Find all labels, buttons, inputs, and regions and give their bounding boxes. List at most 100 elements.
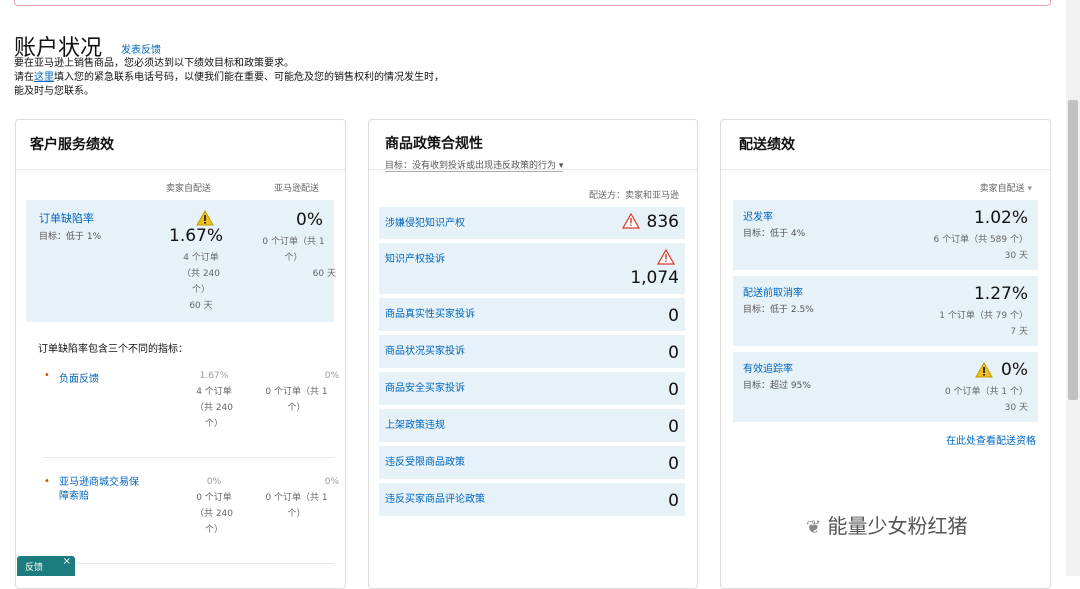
- warning-icon: [196, 210, 214, 226]
- a-to-z-claims-link[interactable]: 亚马逊商城交易保 障索赔: [59, 476, 139, 504]
- sub-item-a-to-z-claims: • 亚马逊商城交易保 障索赔 0% 0 个订单 （共 240 个） 0% 0 个…: [44, 474, 339, 564]
- policy-value: 0: [668, 306, 679, 326]
- policy-row[interactable]: 上架政策违规 0: [379, 409, 685, 442]
- detail-days: 60 天: [189, 301, 213, 311]
- metric-label[interactable]: 配送前取消率: [743, 284, 803, 299]
- shipping-metric-row[interactable]: 配送前取消率 目标：低于 2.5% 1.27% 1 个订单（共 79 个） 7 …: [733, 276, 1038, 346]
- target-selector[interactable]: 目标：没有收到投诉或出现违反政策的行为 ▾: [385, 158, 564, 172]
- policy-label[interactable]: 商品状况买家投诉: [385, 342, 465, 357]
- target-selector-label[interactable]: 目标：没有收到投诉或出现违反政策的行为: [385, 161, 556, 171]
- detail-line: （共 240: [194, 509, 234, 519]
- negative-feedback-amazon: 0% 0 个订单（共 1 个）: [254, 368, 339, 416]
- policy-row[interactable]: 违反受限商品政策 0: [379, 446, 685, 479]
- feedback-button-label[interactable]: 反馈: [25, 563, 43, 573]
- panel-title: 商品政策合规性: [385, 136, 483, 152]
- policy-value: 1,074: [630, 268, 679, 288]
- policy-row[interactable]: 商品安全买家投诉 0: [379, 372, 685, 405]
- policy-row[interactable]: 违反买家商品评论政策 0: [379, 483, 685, 516]
- link-line[interactable]: 障索赔: [59, 490, 139, 504]
- metric-days: 30 天: [1004, 403, 1028, 413]
- policy-label[interactable]: 违反买家商品评论政策: [385, 490, 485, 505]
- policy-row[interactable]: 知识产权投诉 1,074: [379, 243, 685, 294]
- watermark: ❦ 能量少女粉红猪: [806, 510, 967, 539]
- detail-line: 0 个订单（共 1: [265, 387, 328, 397]
- odr-row[interactable]: 订单缺陷率 目标：低于 1% 1.67% 4 个订单 （共 240 个） 60 …: [26, 200, 336, 322]
- metric-label[interactable]: 迟发率: [743, 208, 773, 223]
- policy-label[interactable]: 商品安全买家投诉: [385, 379, 465, 394]
- a-to-z-seller: 0% 0 个订单 （共 240 个）: [184, 474, 244, 538]
- scrollbar-thumb[interactable]: [1068, 100, 1078, 400]
- policy-value: 0: [668, 417, 679, 437]
- intro-text-post: 填入您的紧急联系电话号码，以便我们能在重要、可能危及您的销售权利的情况发生时，能…: [14, 72, 444, 97]
- col-header-amazon: 亚马逊配送: [274, 184, 320, 194]
- close-icon[interactable]: ×: [63, 556, 71, 567]
- intro-text-pre: 请在: [14, 72, 34, 83]
- warning-icon: [656, 248, 676, 269]
- shipping-metric-row[interactable]: 有效追踪率 目标：超过 95% 0% 0 个订单（共 1 个） 30 天: [733, 352, 1038, 422]
- intro-line: 要在亚马逊上销售商品，您必须达到以下绩效目标和政策要求。: [14, 58, 294, 69]
- policy-value: 836: [646, 212, 679, 232]
- feedback-link[interactable]: 发表反馈: [121, 41, 161, 56]
- policy-label[interactable]: 知识产权投诉: [385, 250, 445, 265]
- policy-row[interactable]: 涉嫌侵犯知识产权 836: [379, 207, 685, 239]
- wechat-icon: ❦: [806, 517, 822, 538]
- detail-days: 60 天: [312, 269, 336, 279]
- odr-note: 订单缺陷率包含三个不同的指标：: [38, 344, 188, 355]
- link-line[interactable]: 亚马逊商城交易保: [59, 476, 139, 490]
- panel-title: 客户服务绩效: [30, 137, 114, 153]
- metric-days: 7 天: [1010, 327, 1028, 337]
- policy-label[interactable]: 商品真实性买家投诉: [385, 305, 475, 320]
- odr-seller-detail: 4 个订单 （共 240 个） 60 天: [156, 250, 246, 314]
- detail-line: 个）: [287, 403, 306, 413]
- metric-goal: 目标：超过 95%: [743, 381, 811, 391]
- odr-amazon-detail: 0 个订单（共 1 个） 60 天: [251, 234, 336, 282]
- metric-detail: 0 个订单（共 1 个）: [944, 387, 1028, 397]
- detail-line: 4 个订单: [183, 253, 219, 263]
- fulfillment-label: 配送方：卖家和亚马逊: [588, 191, 679, 201]
- odr-amazon-value: 0%: [296, 210, 323, 230]
- metric-value: 1.02%: [973, 208, 1028, 228]
- metric-detail: 6 个订单（共 589 个）: [933, 235, 1029, 245]
- feedback-button[interactable]: 反馈 ×: [17, 556, 75, 576]
- bullet: •: [44, 370, 50, 381]
- warning-icon: [975, 361, 993, 382]
- alert-banner: [14, 0, 1051, 6]
- scrollbar[interactable]: [1066, 0, 1080, 576]
- metric-label[interactable]: 有效追踪率: [743, 360, 793, 375]
- chevron-down-icon: ▾: [1027, 184, 1032, 194]
- warning-icon: [621, 212, 641, 233]
- policy-label[interactable]: 上架政策违规: [385, 416, 445, 431]
- detail-line: 4 个订单: [196, 387, 232, 397]
- detail-line: 个）: [284, 253, 303, 263]
- metric-days: 30 天: [1004, 251, 1028, 261]
- watermark-text: 能量少女粉红猪: [827, 514, 968, 538]
- detail-line: （共 240: [181, 269, 221, 279]
- chevron-down-icon: ▾: [558, 161, 564, 171]
- policy-value: 0: [668, 454, 679, 474]
- detail-line: 个）: [204, 525, 223, 535]
- odr-seller-value: 1.67%: [169, 226, 224, 246]
- shipping-eligibility-link[interactable]: 在此处查看配送资格: [946, 432, 1036, 447]
- odr-goal: 目标：低于 1%: [39, 232, 102, 242]
- value: 1.67%: [199, 371, 229, 381]
- sub-item-negative-feedback: • 负面反馈 1.67% 4 个订单 （共 240 个） 0% 0 个订单（共 …: [44, 368, 339, 458]
- detail-line: （共 240: [194, 403, 234, 413]
- customer-service-panel: 客户服务绩效 卖家自配送 亚马逊配送 订单缺陷率 目标：低于 1% 1.67% …: [15, 119, 346, 589]
- emergency-contact-link[interactable]: 这里: [34, 72, 54, 83]
- shipping-metric-row[interactable]: 迟发率 目标：低于 4% 1.02% 6 个订单（共 589 个） 30 天: [733, 200, 1038, 270]
- policy-label[interactable]: 违反受限商品政策: [385, 453, 465, 468]
- fulfillment-selector[interactable]: 卖家自配送 ▾: [980, 181, 1032, 194]
- selector-label[interactable]: 卖家自配送: [980, 184, 1025, 194]
- policy-label[interactable]: 涉嫌侵犯知识产权: [385, 214, 465, 229]
- detail-line: 0 个订单（共 1: [262, 237, 325, 247]
- odr-label[interactable]: 订单缺陷率: [39, 210, 94, 226]
- policy-row[interactable]: 商品真实性买家投诉 0: [379, 298, 685, 331]
- intro-text: 要在亚马逊上销售商品，您必须达到以下绩效目标和政策要求。 请在这里填入您的紧急联…: [14, 57, 444, 99]
- metric-goal: 目标：低于 2.5%: [743, 305, 814, 315]
- detail-line: 个）: [287, 509, 306, 519]
- col-header-seller: 卖家自配送: [166, 184, 212, 194]
- a-to-z-amazon: 0% 0 个订单（共 1 个）: [254, 474, 339, 522]
- policy-value: 0: [668, 380, 679, 400]
- policy-row[interactable]: 商品状况买家投诉 0: [379, 335, 685, 368]
- negative-feedback-link[interactable]: 负面反馈: [59, 370, 99, 385]
